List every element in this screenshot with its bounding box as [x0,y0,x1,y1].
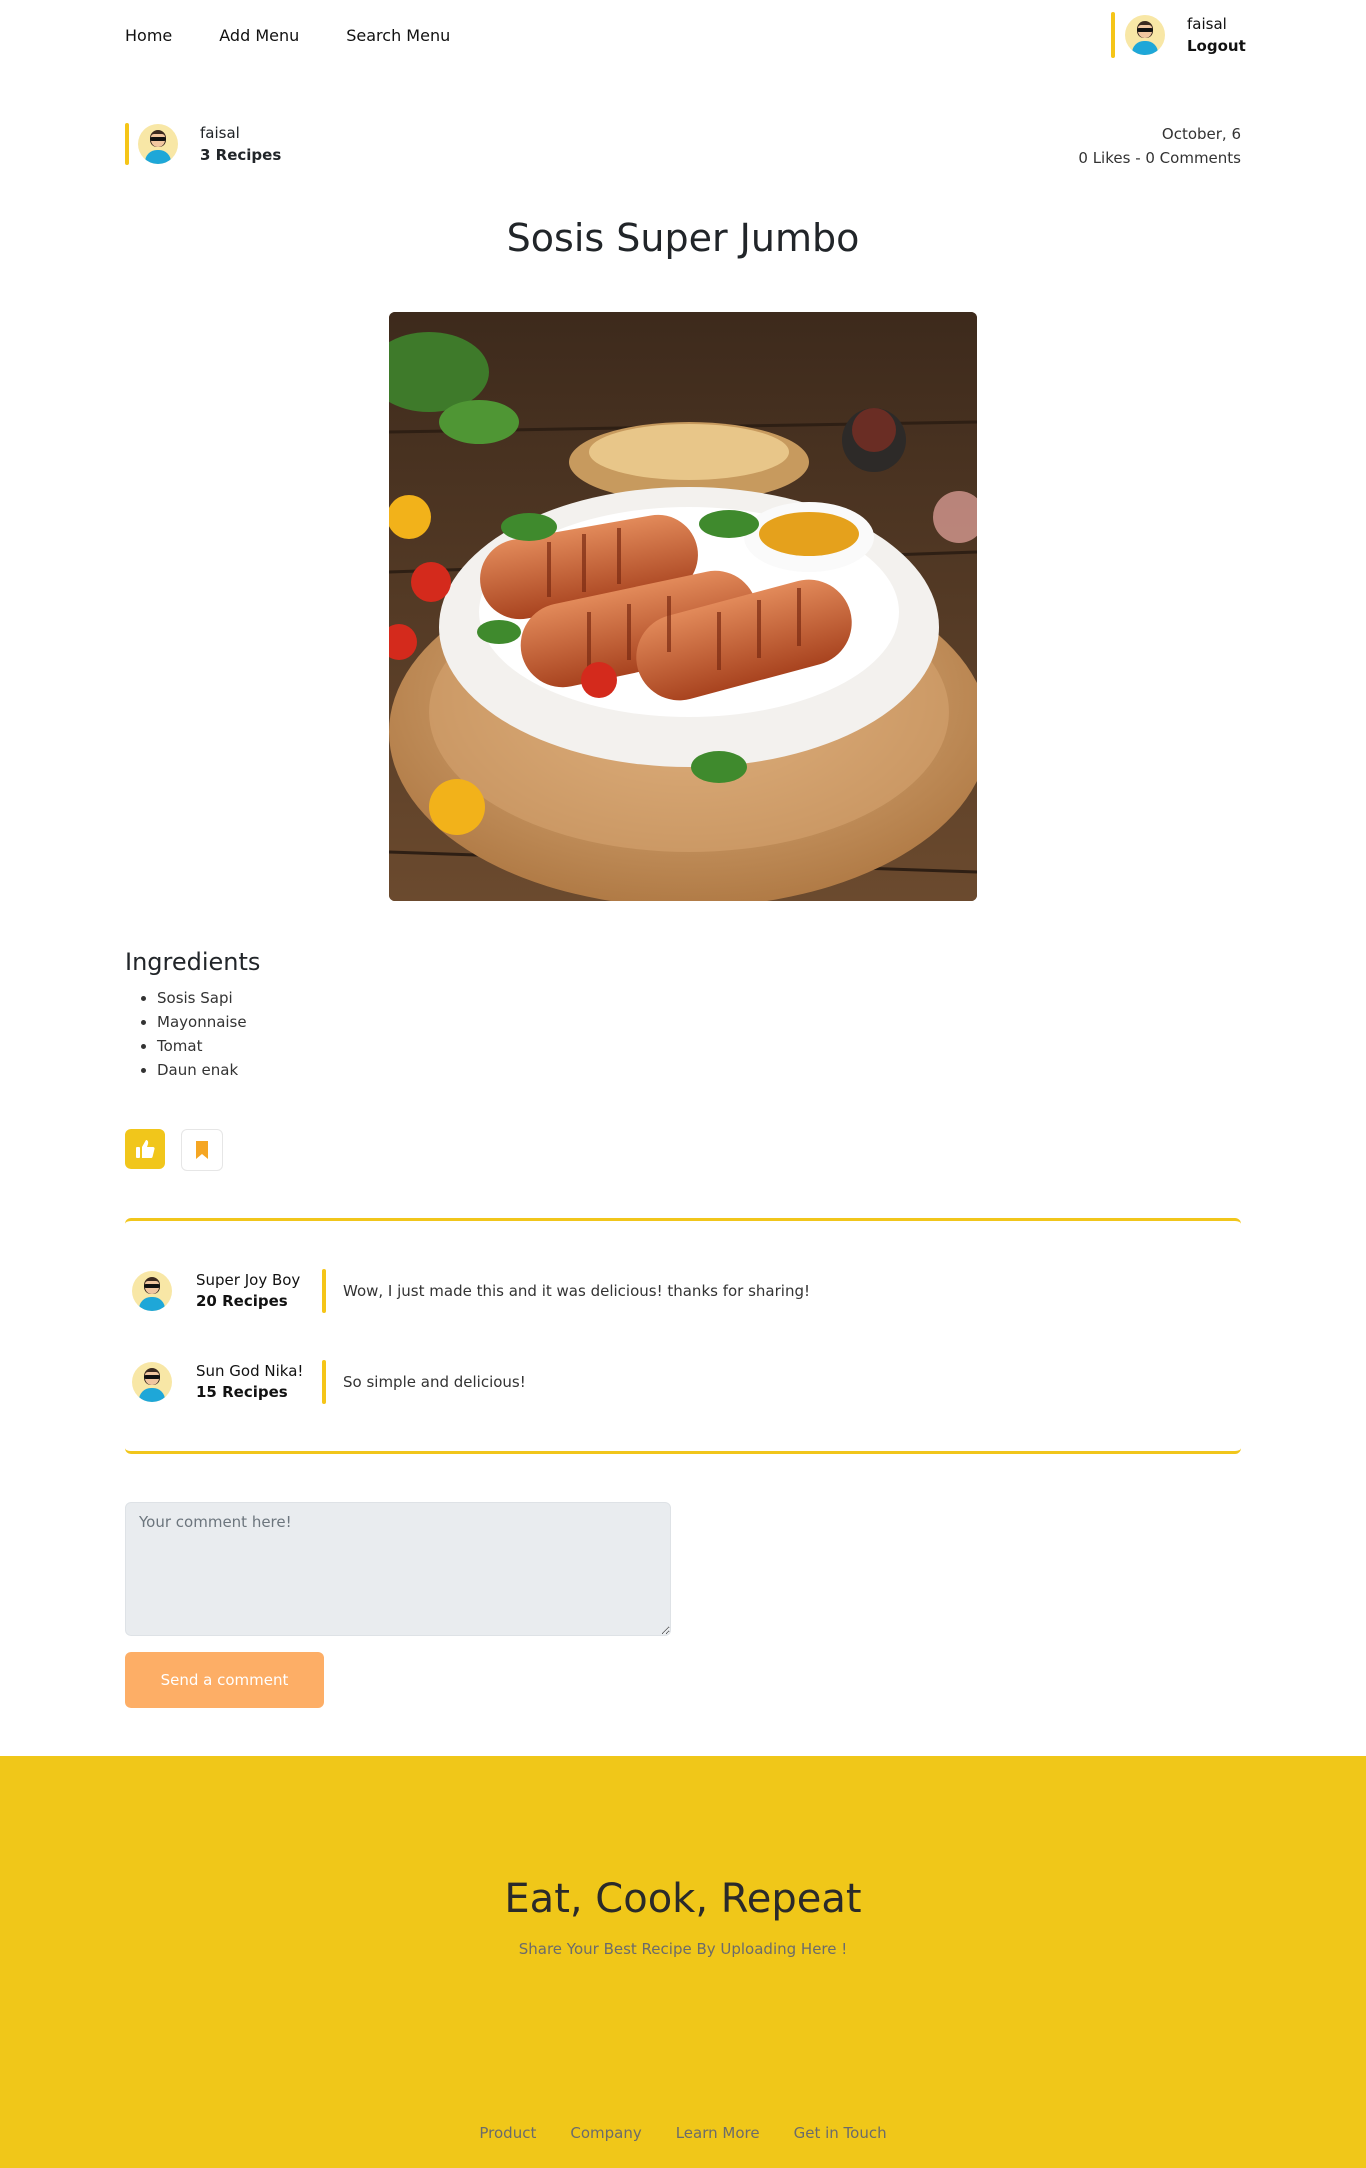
comment-text: So simple and delicious! [343,1373,526,1391]
sausage-photo-icon [389,312,977,901]
author-avatar [138,124,178,164]
recipe-date: October, 6 [1161,125,1241,143]
commenter-recipe-count: 20 Recipes [196,1292,288,1310]
footer-link-learn-more[interactable]: Learn More [676,2124,760,2142]
recipe-stats: 0 Likes - 0 Comments [1078,149,1241,167]
author-text: faisal 3 Recipes [200,122,281,166]
footer-link-company[interactable]: Company [570,2124,641,2142]
ingredients-list: Sosis Sapi Mayonnaise Tomat Daun enak [157,986,247,1082]
footer-link-get-in-touch[interactable]: Get in Touch [794,2124,887,2142]
accent-bar [322,1360,326,1404]
comment-text: Wow, I just made this and it was delicio… [343,1282,810,1300]
accent-bar [322,1269,326,1313]
bookmark-icon [196,1141,208,1159]
author-recipe-count: 3 Recipes [200,146,282,164]
nav-link-home[interactable]: Home [125,26,172,45]
nav-user-name: faisal [1187,15,1227,33]
commenter-info: Sun God Nika! 15 Recipes [196,1361,322,1403]
nav-links: Home Add Menu Search Menu [125,26,497,45]
comment-textarea[interactable] [125,1502,671,1636]
logout-link[interactable]: Logout [1187,35,1246,57]
comment-item: Sun God Nika! 15 Recipes So simple and d… [132,1360,1232,1404]
recipe-title: Sosis Super Jumbo [506,216,860,260]
comment-item: Super Joy Boy 20 Recipes Wow, I just mad… [132,1269,1232,1313]
nav-user: faisal Logout [1111,12,1246,58]
recipe-meta: October, 6 0 Likes - 0 Comments [1078,122,1241,170]
bookmark-button[interactable] [181,1129,223,1171]
nav-link-add-menu[interactable]: Add Menu [219,26,299,45]
footer-link-product[interactable]: Product [479,2124,536,2142]
author-row: faisal 3 Recipes October, 6 0 Likes - 0 … [125,122,1241,167]
ingredients-heading: Ingredients [125,948,261,976]
footer: Eat, Cook, Repeat Share Your Best Recipe… [0,1756,1366,2168]
commenter-avatar [132,1362,172,1402]
nav-link-search-menu[interactable]: Search Menu [346,26,450,45]
commenter-recipe-count: 15 Recipes [196,1383,288,1401]
thumbs-up-icon [136,1140,155,1158]
recipe-photo [389,312,977,901]
avatar [1125,15,1165,55]
like-button[interactable] [125,1129,165,1169]
accent-bar [1111,12,1115,58]
footer-title: Eat, Cook, Repeat [504,1876,862,1922]
list-item: Mayonnaise [157,1010,247,1034]
commenter-avatar [132,1271,172,1311]
accent-bar [125,123,129,165]
commenter-name[interactable]: Super Joy Boy [196,1270,322,1291]
list-item: Sosis Sapi [157,986,247,1010]
author-info: faisal 3 Recipes [125,122,281,166]
commenter-name[interactable]: Sun God Nika! [196,1361,322,1382]
list-item: Tomat [157,1034,247,1058]
footer-subtitle: Share Your Best Recipe By Uploading Here… [518,1940,848,1958]
footer-links: Product Company Learn More Get in Touch [0,2124,1366,2142]
nav-user-text: faisal Logout [1187,13,1246,57]
commenter-info: Super Joy Boy 20 Recipes [196,1270,322,1312]
comments-section: Super Joy Boy 20 Recipes Wow, I just mad… [125,1218,1241,1454]
navbar: Home Add Menu Search Menu faisal Logout [0,0,1366,74]
author-name[interactable]: faisal [200,122,281,144]
send-comment-button[interactable]: Send a comment [125,1652,324,1708]
list-item: Daun enak [157,1058,247,1082]
